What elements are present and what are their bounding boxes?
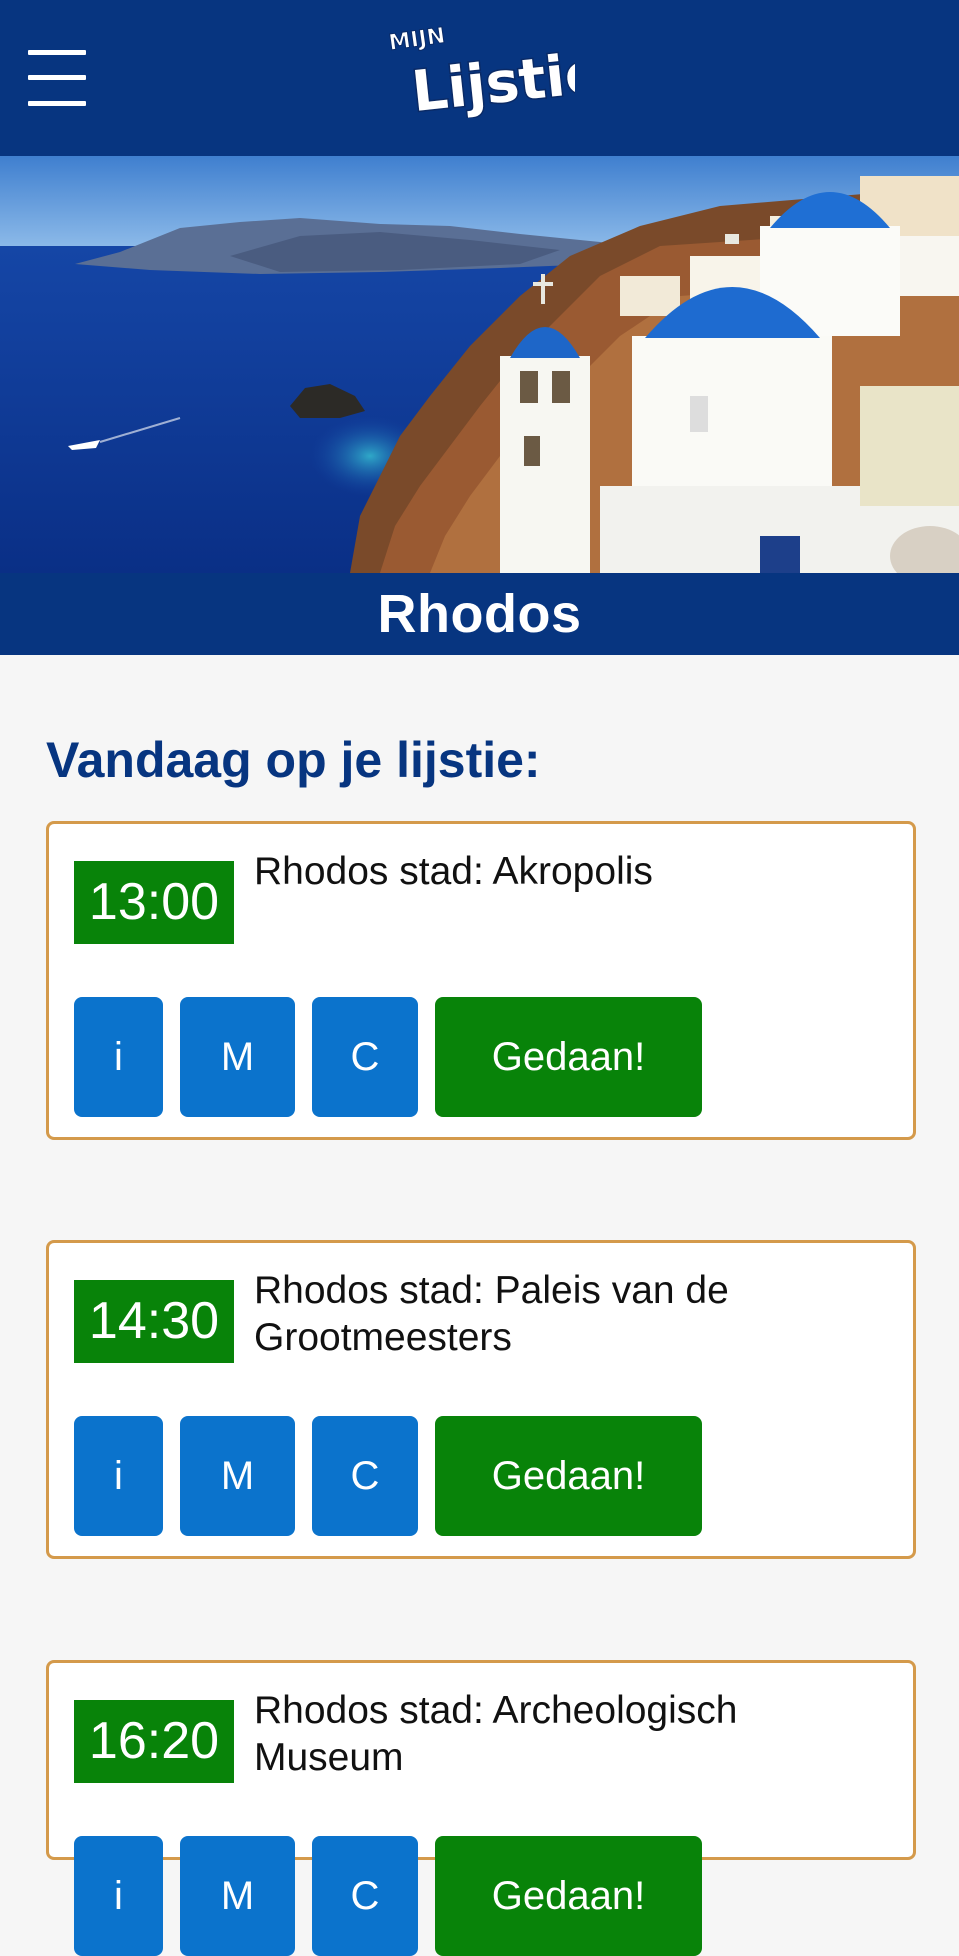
- today-heading: Vandaag op je lijstie:: [46, 732, 541, 788]
- destination-title-band: Rhodos: [0, 573, 959, 655]
- activity-title: Rhodos stad: Akropolis: [254, 850, 653, 893]
- activity-title: Rhodos stad: Archeologisch Museum: [254, 1689, 738, 1779]
- c-button[interactable]: C: [312, 1416, 418, 1536]
- c-button[interactable]: C: [312, 1836, 418, 1956]
- activity-card: 14:30 Rhodos stad: Paleis van de Grootme…: [46, 1240, 916, 1559]
- info-button[interactable]: i: [74, 1416, 163, 1536]
- map-button[interactable]: M: [180, 1416, 295, 1536]
- logo-graphic: MIJN Lijstie: [387, 23, 608, 127]
- logo-small-text: MIJN: [387, 23, 447, 56]
- top-bar: MIJN Lijstie: [0, 0, 959, 156]
- info-button[interactable]: i: [74, 997, 163, 1117]
- map-button[interactable]: M: [180, 997, 295, 1117]
- info-button[interactable]: i: [74, 1836, 163, 1956]
- activity-card: 13:00 Rhodos stad: Akropolis i M C Gedaa…: [46, 821, 916, 1140]
- activity-time: 13:00: [74, 861, 234, 944]
- logo[interactable]: MIJN Lijstie: [385, 18, 608, 127]
- logo-big-text: Lijstie: [409, 40, 575, 118]
- santorini-illustration: [0, 156, 959, 573]
- destination-title: Rhodos: [377, 584, 582, 644]
- done-button[interactable]: Gedaan!: [435, 997, 702, 1117]
- hero-image: [0, 156, 959, 573]
- hamburger-menu-icon[interactable]: [28, 50, 86, 106]
- map-button[interactable]: M: [180, 1836, 295, 1956]
- activity-time: 14:30: [74, 1280, 234, 1363]
- activity-title: Rhodos stad: Paleis van de Grootmeesters: [254, 1269, 729, 1359]
- c-button[interactable]: C: [312, 997, 418, 1117]
- activity-time: 16:20: [74, 1700, 234, 1783]
- done-button[interactable]: Gedaan!: [435, 1416, 702, 1536]
- done-button[interactable]: Gedaan!: [435, 1836, 702, 1956]
- activity-card: 16:20 Rhodos stad: Archeologisch Museum …: [46, 1660, 916, 1956]
